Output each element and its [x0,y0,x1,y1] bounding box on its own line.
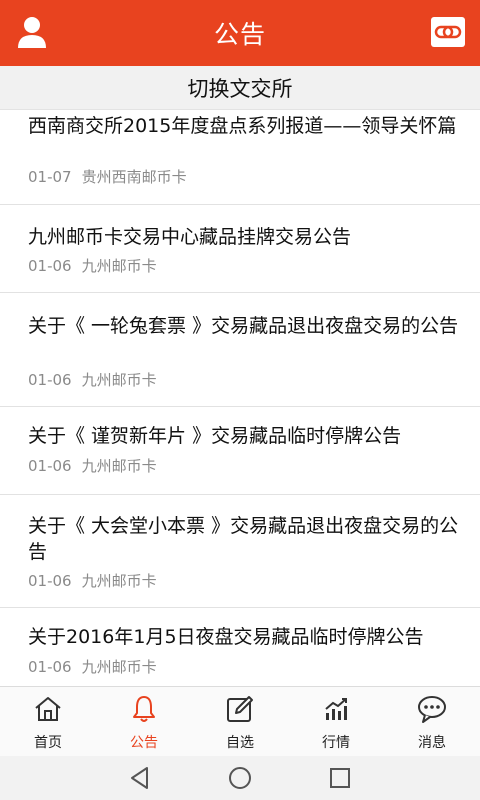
nav-watchlist[interactable]: 自选 [192,687,288,756]
announcement-source: 九州邮币卡 [81,572,157,590]
link-button[interactable] [430,14,466,50]
switch-exchange-label: 切换文交所 [187,76,293,101]
bell-icon [133,696,155,722]
announcement-item[interactable]: 关于《 谨贺新年片 》交易藏品临时停牌公告 01-06 九州邮币卡 [0,407,480,495]
announcement-meta: 01-07 贵州西南邮币卡 [28,166,187,187]
announcement-title: 关于《 一轮兔套票 》交易藏品退出夜盘交易的公告 [28,315,459,337]
announcement-source: 九州邮币卡 [81,371,157,389]
announcement-source: 九州邮币卡 [81,658,157,676]
announcement-title: 关于《 谨贺新年片 》交易藏品临时停牌公告 [28,425,402,447]
nav-home[interactable]: 首页 [0,687,96,756]
announcement-date: 01-06 [28,658,72,676]
announcement-source: 九州邮币卡 [81,257,157,275]
announcement-date: 01-07 [28,168,72,186]
announcement-meta: 01-06 九州邮币卡 [28,570,157,591]
switch-exchange-bar[interactable]: 切换文交所 [0,66,480,110]
user-icon [18,17,46,48]
home-circle-icon[interactable] [227,765,253,791]
nav-announcement-label: 公告 [130,735,158,751]
announcement-date: 01-06 [28,457,72,475]
announcement-meta: 01-06 九州邮币卡 [28,455,157,476]
user-button[interactable] [14,14,50,50]
announcement-item[interactable]: 九州邮币卡交易中心藏品挂牌交易公告 01-06 九州邮币卡 [0,205,480,293]
system-nav-bar [0,756,480,800]
page-title: 公告 [213,20,266,49]
announcement-meta: 01-06 九州邮币卡 [28,656,157,677]
announcement-item[interactable]: 关于2016年1月5日夜盘交易藏品临时停牌公告 01-06 九州邮币卡 [0,608,480,686]
announcement-source: 九州邮币卡 [81,457,157,475]
announcement-list: 西南商交所2015年度盘点系列报道——领导关怀篇 01-07 贵州西南邮币卡 九州… [0,110,480,686]
app-root: 公告 切换文交所 西南商交所2015年度盘点系列报道——领导关怀篇 01-07 贵… [0,0,480,800]
announcement-meta: 01-06 九州邮币卡 [28,255,157,276]
announcement-date: 01-06 [28,371,72,389]
announcement-item[interactable]: 西南商交所2015年度盘点系列报道——领导关怀篇 01-07 贵州西南邮币卡 [0,110,480,205]
link-icon [431,17,465,47]
recent-apps-icon[interactable] [327,765,353,791]
nav-announcement[interactable]: 公告 [96,687,192,756]
announcement-title: 关于2016年1月5日夜盘交易藏品临时停牌公告 [28,626,424,648]
announcement-item[interactable]: 关于《 大会堂小本票 》交易藏品退出夜盘交易的公告 01-06 九州邮币卡 [0,495,480,608]
announcement-title: 九州邮币卡交易中心藏品挂牌交易公告 [28,226,352,248]
announcement-title: 西南商交所2015年度盘点系列报道——领导关怀篇 [28,115,457,137]
announcement-meta: 01-06 九州邮币卡 [28,369,157,390]
edit-icon [227,696,253,722]
bottom-nav: 首页 公告 自选 行情 消息 [0,686,480,756]
nav-messages[interactable]: 消息 [384,687,480,756]
announcement-date: 01-06 [28,257,72,275]
nav-home-label: 首页 [34,735,62,751]
chat-icon [418,696,446,723]
nav-messages-label: 消息 [418,735,446,751]
announcement-date: 01-06 [28,572,72,590]
announcement-title: 关于《 大会堂小本票 》交易藏品退出夜盘交易的公告 [28,515,459,563]
announcement-item[interactable]: 关于《 一轮兔套票 》交易藏品退出夜盘交易的公告 01-06 九州邮币卡 [0,293,480,407]
back-icon[interactable] [127,765,153,791]
nav-watchlist-label: 自选 [226,735,254,751]
announcement-source: 贵州西南邮币卡 [81,168,187,186]
app-header: 公告 [0,0,480,66]
chart-icon [325,698,347,720]
nav-market[interactable]: 行情 [288,687,384,756]
nav-market-label: 行情 [322,735,350,751]
home-icon [35,697,61,721]
